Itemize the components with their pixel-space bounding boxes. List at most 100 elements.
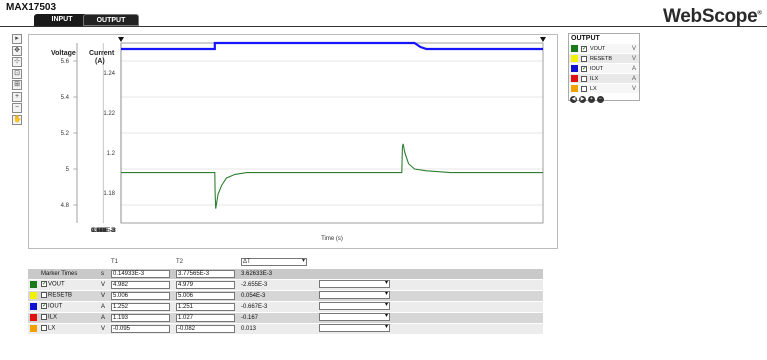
select-icon[interactable]: ▸: [12, 34, 22, 44]
output-item-unit: A: [632, 75, 637, 82]
row-label: IOUT: [48, 303, 63, 310]
output-item-resetb[interactable]: RESETB V: [569, 53, 639, 63]
row-unit: V: [99, 323, 109, 335]
measure-icon[interactable]: ⊹: [12, 57, 22, 67]
marker-t2-input[interactable]: 3.77565E-3: [176, 269, 235, 278]
row-checkbox[interactable]: ✓: [41, 281, 47, 288]
output-item-lx[interactable]: LX V: [569, 83, 639, 93]
row-t2-input[interactable]: 5.006: [176, 291, 235, 300]
row-t1-input[interactable]: -0.095: [111, 324, 170, 333]
row-color-swatch: [30, 280, 37, 288]
col-header-t1: T1: [109, 257, 174, 269]
voltage-axis-title: Voltage: [51, 50, 76, 57]
marker-times-row: Marker Times s 0.14933E-3 3.77565E-3 3.6…: [28, 268, 543, 280]
output-checkbox[interactable]: [580, 75, 588, 83]
row-function-select[interactable]: [319, 279, 390, 288]
zoom-out-icon[interactable]: −: [12, 103, 22, 113]
panel-button-0[interactable]: ◀: [570, 96, 577, 103]
table-row-vout: ✓VOUT V 4.982 4.979 -2.655E-3: [28, 279, 543, 291]
output-item-label: LX: [590, 85, 597, 92]
row-dt-value: -0.667E-3: [239, 301, 317, 313]
zoom-box-icon[interactable]: ⊡: [12, 68, 22, 79]
webscope-logo: WebScope®: [663, 6, 762, 28]
output-panel: OUTPUT ✓ VOUT V RESETB V ✓ IOUT A ILX A LX V: [568, 33, 640, 101]
current-axis-unit: (A): [95, 58, 105, 65]
zoom-region-icon[interactable]: ⊞: [12, 80, 22, 90]
row-t2-input[interactable]: -0.082: [176, 324, 235, 333]
voltage-tick-label: 5.6: [61, 59, 70, 65]
table-row-ilx: ILX A 1.193 1.027 -0.167: [28, 312, 543, 324]
current-tick-label: 1.18: [103, 191, 115, 197]
row-checkbox[interactable]: [41, 292, 47, 299]
table-row-iout: ✓IOUT A 1.252 1.251 -0.667E-3: [28, 301, 543, 313]
row-t1-input[interactable]: 1.252: [111, 302, 170, 311]
row-function-select[interactable]: [319, 301, 390, 310]
series-line-iout: [121, 41, 543, 51]
table-row-resetb: RESETB V 5.006 5.006 0.054E-3: [28, 290, 543, 302]
plot-toolbar: ▸ ✥ ⊹ ⊡ ⊞ + − ✋: [12, 34, 24, 126]
row-unit: V: [99, 279, 109, 291]
marker-t1-handle: [118, 37, 124, 42]
output-item-unit: V: [632, 45, 637, 52]
row-checkbox[interactable]: ✓: [41, 303, 47, 310]
output-checkbox[interactable]: ✓: [580, 45, 588, 53]
row-color-swatch: [30, 291, 37, 299]
row-unit: A: [99, 301, 109, 313]
row-unit: V: [99, 290, 109, 302]
row-function-select[interactable]: [319, 312, 390, 321]
row-t2-input[interactable]: 4.979: [176, 280, 235, 289]
row-unit: A: [99, 312, 109, 324]
output-checkbox[interactable]: [580, 55, 588, 63]
delta-mode-select[interactable]: ΔT: [241, 258, 307, 267]
tab-output[interactable]: OUTPUT: [83, 14, 139, 26]
output-item-iout[interactable]: ✓ IOUT A: [569, 63, 639, 73]
pan-icon[interactable]: ✥: [12, 45, 22, 56]
brand-name: WebScope: [663, 6, 758, 27]
current-tick-label: 1.2: [107, 151, 116, 157]
panel-button-2[interactable]: +: [588, 96, 595, 103]
hand-icon[interactable]: ✋: [12, 114, 22, 125]
voltage-tick-label: 5: [66, 167, 70, 173]
output-item-vout[interactable]: ✓ VOUT V: [569, 43, 639, 53]
row-t1-input[interactable]: 1.193: [111, 313, 170, 322]
table-header-row: T1 T2 ΔT: [28, 257, 543, 269]
output-color-swatch: [571, 75, 578, 82]
output-checkbox[interactable]: ✓: [580, 65, 588, 73]
current-tick-label: 1.24: [103, 71, 115, 77]
marker-t1-input[interactable]: 0.14933E-3: [111, 269, 170, 278]
row-dt-value: 0.013: [239, 323, 317, 335]
tab-input[interactable]: INPUT: [34, 14, 90, 26]
row-checkbox[interactable]: [41, 314, 47, 321]
row-checkbox[interactable]: [41, 325, 47, 332]
panel-button-3[interactable]: −: [597, 96, 604, 103]
row-t2-input[interactable]: 1.251: [176, 302, 235, 311]
row-function-select[interactable]: [319, 323, 390, 332]
zoom-in-icon[interactable]: +: [12, 91, 22, 102]
panel-button-1[interactable]: ▶: [579, 96, 586, 103]
row-function-select[interactable]: [319, 290, 390, 299]
current-tick-label: 1.22: [103, 111, 115, 117]
voltage-tick-label: 5.4: [61, 95, 70, 101]
output-item-label: IOUT: [590, 65, 604, 72]
output-color-swatch: [571, 45, 578, 52]
waveform-plot[interactable]: Voltage Current (A) 5.6 5.4 5.2 5 4.8 1.24 1.22 1.…: [28, 34, 558, 249]
output-item-unit: V: [632, 85, 637, 92]
row-t2-input[interactable]: 1.027: [176, 313, 235, 322]
output-color-swatch: [571, 85, 578, 92]
row-color-swatch: [30, 313, 37, 321]
output-checkbox[interactable]: [580, 85, 588, 93]
row-label: LX: [48, 325, 56, 332]
marker-times-unit: s: [99, 268, 109, 280]
x-tick-label: 3.673E-3: [91, 228, 116, 234]
table-row-lx: LX V -0.095 -0.082 0.013: [28, 323, 543, 335]
output-item-label: RESETB: [590, 55, 613, 62]
row-t1-input[interactable]: 5.006: [111, 291, 170, 300]
output-item-label: ILX: [590, 75, 599, 82]
marker-times-label: Marker Times: [39, 268, 99, 280]
output-item-ilx[interactable]: ILX A: [569, 73, 639, 83]
output-panel-buttons: ◀ ▶ + −: [570, 96, 604, 103]
voltage-tick-label: 5.2: [61, 131, 70, 137]
waveform-chart[interactable]: Voltage Current(A) 5.6 5.4 5.2 5 4.8 1.24 1.22 1.…: [29, 35, 559, 250]
voltage-tick-label: 4.8: [61, 203, 70, 209]
row-t1-input[interactable]: 4.982: [111, 280, 170, 289]
